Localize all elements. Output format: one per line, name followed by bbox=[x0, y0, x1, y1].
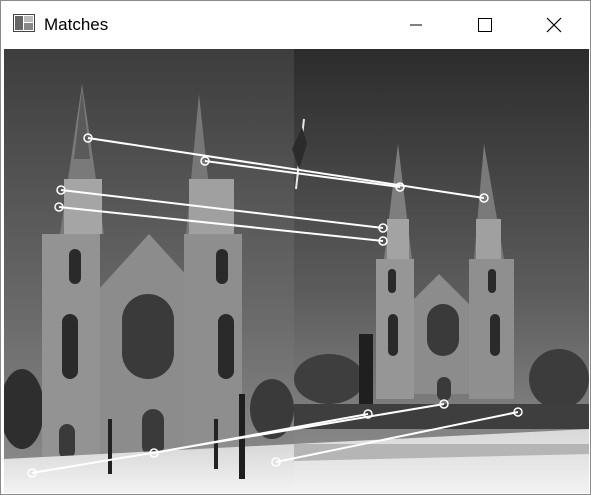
close-icon bbox=[546, 17, 562, 33]
matches-image bbox=[4, 49, 589, 493]
church-image-pair bbox=[4, 49, 589, 493]
left-image bbox=[4, 49, 294, 493]
matches-window: Matches bbox=[0, 0, 591, 495]
window-title: Matches bbox=[44, 15, 109, 34]
maximize-button[interactable] bbox=[462, 1, 508, 49]
close-button[interactable] bbox=[531, 1, 577, 49]
opencv-window-icon bbox=[13, 14, 35, 32]
minimize-icon bbox=[410, 24, 422, 26]
maximize-icon bbox=[478, 18, 492, 32]
right-image bbox=[292, 49, 589, 493]
minimize-button[interactable] bbox=[393, 1, 439, 49]
title-bar[interactable]: Matches bbox=[1, 1, 590, 49]
